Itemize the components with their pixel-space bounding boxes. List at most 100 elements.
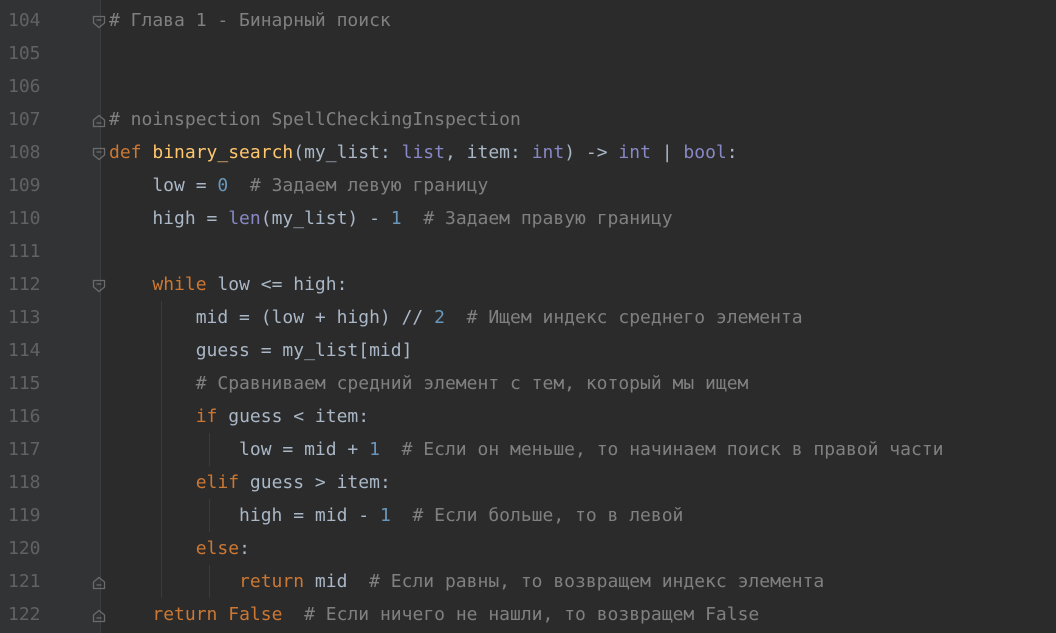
code-line-111[interactable]: 111 [0,235,1056,268]
token-bi: bool [683,142,727,163]
token-tx: : [239,538,250,559]
code-line-108[interactable]: 108 def binary_search(my_list: list, item… [0,136,1056,169]
token-tx: , item: [444,142,532,163]
token-cm: # Глава 1 - Бинарный поиск [109,10,391,31]
code-text[interactable]: mid = (low + high) // 2 # Ищем индекс ср… [109,301,803,334]
line-number: 121 [8,571,41,592]
token-kw: if [195,406,218,427]
token-tx: low = mid + [109,439,370,460]
fold-end-icon[interactable] [92,609,106,623]
token-kw: while [152,274,207,295]
token-tx: | [650,142,684,163]
token-tx: (my_list) - [260,208,391,229]
code-line-113[interactable]: 113 mid = (low + high) // 2 # Ищем индек… [0,301,1056,334]
line-number: 111 [8,241,41,262]
line-number: 120 [8,538,41,559]
line-number: 110 [8,208,41,229]
code-line-121[interactable]: 121 return mid # Если равны, то возвраще… [0,565,1056,598]
line-number: 107 [8,109,41,130]
token-tx: low <= high: [206,274,348,295]
token-num: 2 [434,307,445,328]
code-line-109[interactable]: 109 low = 0 # Задаем левую границу [0,169,1056,202]
code-line-107[interactable]: 107 # noinspection SpellCheckingInspectio… [0,103,1056,136]
code-line-115[interactable]: 115 # Сравниваем средний элемент с тем, … [0,367,1056,400]
code-line-105[interactable]: 105 [0,37,1056,70]
token-tx [228,175,250,196]
code-line-122[interactable]: 122 return False # Если ничего не нашли,… [0,598,1056,631]
token-tx [109,472,196,493]
code-text[interactable]: high = len(my_list) - 1 # Задаем правую … [109,202,673,235]
token-num: 0 [217,175,229,196]
code-line-110[interactable]: 110 high = len(my_list) - 1 # Задаем пра… [0,202,1056,235]
token-tx [109,571,239,592]
token-kw: def [109,142,153,163]
code-text[interactable]: # Сравниваем средний элемент с тем, кото… [109,367,749,400]
code-line-114[interactable]: 114 guess = my_list[mid] [0,334,1056,367]
token-tx: guess > item: [239,472,391,493]
token-bi: len [228,208,261,229]
code-text[interactable]: high = mid - 1 # Если больше, то в левой [109,499,683,532]
token-num: 1 [379,505,391,526]
line-number: 117 [8,439,41,460]
line-number: 118 [8,472,41,493]
line-number: 122 [8,604,41,625]
token-tx [282,604,304,625]
fold-collapse-icon[interactable] [92,279,106,293]
code-text[interactable]: # Глава 1 - Бинарный поиск [109,4,391,37]
code-text[interactable]: low = mid + 1 # Если он меньше, то начин… [109,433,943,466]
token-kw: return [239,571,305,592]
line-number: 105 [8,43,41,64]
code-text[interactable]: else: [109,532,250,565]
token-kw: elif [195,472,240,493]
token-bi: list [401,142,445,163]
code-text[interactable]: guess = my_list[mid] [109,334,413,367]
fold-end-icon[interactable] [92,576,106,590]
token-tx: guess = my_list[mid] [109,340,413,361]
code-text[interactable]: def binary_search(my_list: list, item: i… [109,136,738,169]
token-tx [109,373,196,394]
token-tx: (my_list: [293,142,402,163]
code-text[interactable]: return False # Если ничего не нашли, то … [109,598,759,631]
token-cm: # Если он меньше, то начинаем поиск в пр… [401,439,944,460]
token-cm: # Если равны, то возвращем индекс элемен… [369,571,825,592]
token-tx [217,604,228,625]
token-num: 1 [369,439,380,460]
line-number: 106 [8,76,41,97]
token-tx [109,274,152,295]
token-tx: low = [109,175,218,196]
line-number: 112 [8,274,41,295]
code-editor[interactable]: 104 # Глава 1 - Бинарный поиск 105 106 107 # … [0,0,1056,633]
token-fn: binary_search [152,142,294,163]
code-line-112[interactable]: 112 while low <= high: [0,268,1056,301]
token-tx: high = mid - [109,505,380,526]
line-number: 115 [8,373,41,394]
code-text[interactable]: return mid # Если равны, то возвращем ин… [109,565,824,598]
line-number: 108 [8,142,41,163]
token-tx: mid [304,571,370,592]
code-line-117[interactable]: 117 low = mid + 1 # Если он меньше, то н… [0,433,1056,466]
token-cm: # noinspection SpellCheckingInspection [109,109,521,130]
code-line-120[interactable]: 120 else: [0,532,1056,565]
token-kw: else [195,538,240,559]
code-text[interactable]: # noinspection SpellCheckingInspection [109,103,521,136]
code-text[interactable]: if guess < item: [109,400,369,433]
code-text[interactable]: while low <= high: [109,268,347,301]
fold-collapse-icon[interactable] [92,15,106,29]
code-line-116[interactable]: 116 if guess < item: [0,400,1056,433]
token-tx [391,505,413,526]
code-text[interactable]: elif guess > item: [109,466,391,499]
token-tx [109,538,196,559]
code-line-118[interactable]: 118 elif guess > item: [0,466,1056,499]
code-text[interactable]: low = 0 # Задаем левую границу [109,169,488,202]
code-line-119[interactable]: 119 high = mid - 1 # Если больше, то в л… [0,499,1056,532]
code-line-106[interactable]: 106 [0,70,1056,103]
fold-collapse-icon[interactable] [92,147,106,161]
line-number: 116 [8,406,41,427]
token-tx: ) -> [564,142,619,163]
token-cm: # Задаем правую границу [423,208,673,229]
line-number: 109 [8,175,41,196]
fold-end-icon[interactable] [92,114,106,128]
token-bi: int [618,142,651,163]
token-tx [380,439,402,460]
code-line-104[interactable]: 104 # Глава 1 - Бинарный поиск [0,4,1056,37]
